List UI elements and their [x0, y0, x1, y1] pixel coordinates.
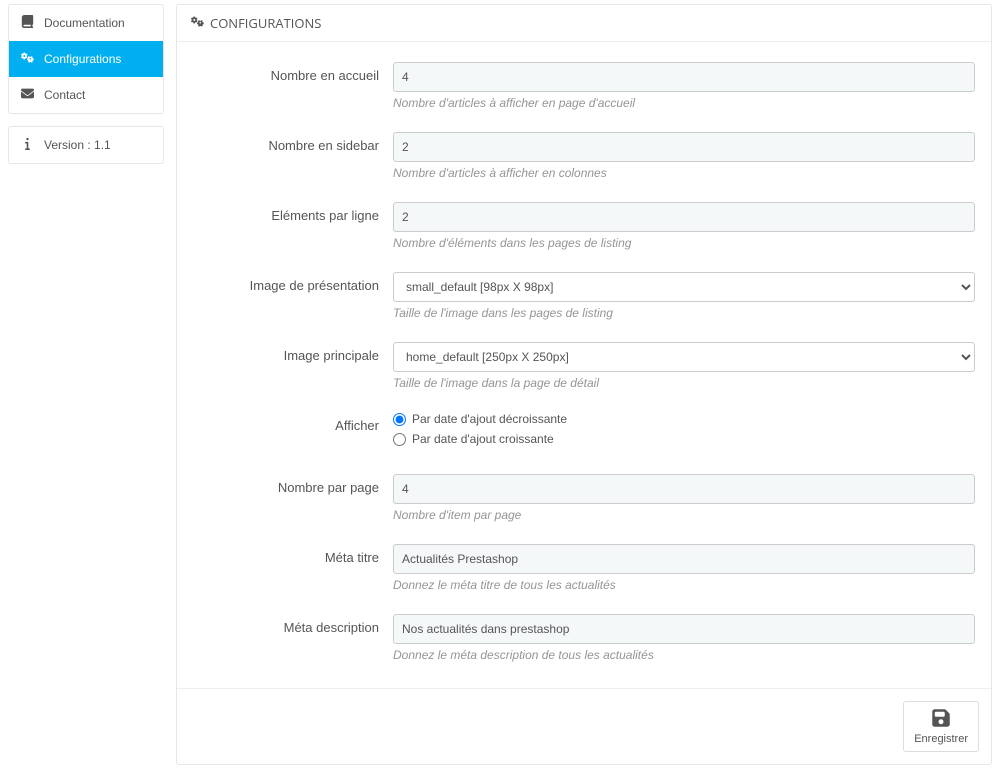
display-radio-asc[interactable] [393, 433, 406, 446]
config-panel: Configurations Nombre en accueil Nombre … [176, 4, 992, 765]
sidebar-count-label: Nombre en sidebar [193, 132, 393, 180]
per-line-label: Eléments par ligne [193, 202, 393, 250]
main-image-help: Taille de l'image dans la page de détail [393, 376, 975, 390]
display-label: Afficher [193, 412, 393, 452]
per-line-input[interactable] [393, 202, 975, 232]
sidebar-version: Version : 1.1 [9, 127, 163, 163]
cogs-icon [21, 51, 34, 67]
meta-description-help: Donnez le méta description de tous les a… [393, 648, 975, 662]
display-radio-desc[interactable] [393, 413, 406, 426]
display-option-desc-label: Par date d'ajout décroissante [412, 412, 567, 426]
save-button[interactable]: Enregistrer [903, 701, 979, 752]
display-option-asc-label: Par date d'ajout croissante [412, 432, 554, 446]
meta-title-input[interactable] [393, 544, 975, 574]
envelope-icon [21, 87, 34, 103]
sidebar-count-input[interactable] [393, 132, 975, 162]
panel-title: Configurations [210, 14, 321, 32]
info-icon [21, 137, 34, 153]
cogs-icon [191, 14, 204, 32]
side-nav: Documentation Configurations Contact [8, 4, 164, 114]
meta-description-label: Méta description [193, 614, 393, 662]
sidebar-item-label: Configurations [44, 52, 121, 66]
panel-header: Configurations [177, 5, 991, 42]
home-count-help: Nombre d'articles à afficher en page d'a… [393, 96, 975, 110]
home-count-label: Nombre en accueil [193, 62, 393, 110]
per-page-label: Nombre par page [193, 474, 393, 522]
sidebar-item-contact[interactable]: Contact [9, 77, 163, 113]
home-count-input[interactable] [393, 62, 975, 92]
per-page-input[interactable] [393, 474, 975, 504]
main-image-select[interactable]: home_default [250px X 250px] [393, 342, 975, 372]
listing-image-select[interactable]: small_default [98px X 98px] [393, 272, 975, 302]
per-line-help: Nombre d'éléments dans les pages de list… [393, 236, 975, 250]
sidebar-count-help: Nombre d'articles à afficher en colonnes [393, 166, 975, 180]
sidebar-item-label: Contact [44, 88, 85, 102]
save-icon [931, 708, 951, 731]
meta-title-label: Méta titre [193, 544, 393, 592]
book-icon [21, 15, 34, 31]
display-option-asc[interactable]: Par date d'ajout croissante [393, 432, 975, 446]
meta-description-input[interactable] [393, 614, 975, 644]
sidebar-item-label: Documentation [44, 16, 125, 30]
sidebar-item-documentation[interactable]: Documentation [9, 5, 163, 41]
listing-image-help: Taille de l'image dans les pages de list… [393, 306, 975, 320]
per-page-help: Nombre d'item par page [393, 508, 975, 522]
main-image-label: Image principale [193, 342, 393, 390]
meta-title-help: Donnez le méta titre de tous les actuali… [393, 578, 975, 592]
sidebar-version-label: Version : 1.1 [44, 138, 111, 152]
display-option-desc[interactable]: Par date d'ajout décroissante [393, 412, 975, 426]
sidebar-item-configurations[interactable]: Configurations [9, 41, 163, 77]
listing-image-label: Image de présentation [193, 272, 393, 320]
